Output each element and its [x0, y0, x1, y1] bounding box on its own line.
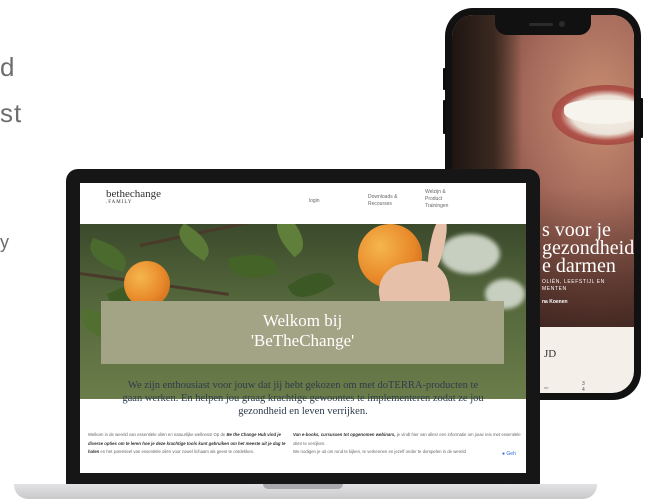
- laptop-hinge-notch: [263, 484, 343, 489]
- background-text-line-2: st: [0, 98, 23, 128]
- laptop-mockup: bethechange .FAMILY login Downloads & Re…: [66, 169, 540, 487]
- phone-notch: [495, 15, 591, 35]
- phone-list-number-2: 4: [582, 387, 585, 393]
- nav-welzijn-line-1: Welzijn &: [425, 189, 446, 195]
- phone-headline-line-3: e darmen: [542, 255, 616, 277]
- nav-welzijn-line-2: Product: [425, 196, 443, 202]
- phone-volume-button: [443, 100, 446, 134]
- phone-headline: s voor je gezondheid e darmen: [542, 220, 634, 277]
- phone-subtitle: OLIËN, LEEFSTIJL EN MENTEN: [542, 279, 605, 293]
- body-left-text-2: en het potentieel van essentiële oliën v…: [99, 449, 255, 454]
- nav-login-link[interactable]: login: [309, 198, 320, 205]
- logo-sub-text: .FAMILY: [106, 200, 133, 205]
- background-text-line-1: d: [0, 52, 16, 82]
- body-column-left: Welkom in de wereld van essentiële oliën…: [88, 431, 288, 457]
- logo-main-text: bethechange: [106, 188, 161, 200]
- nav-downloads-link[interactable]: Downloads & Recourses: [368, 194, 397, 208]
- nav-welzijn-line-3: Trainingen: [425, 203, 449, 209]
- body-column-right: Van e-books, cursussen tot opgenomen web…: [293, 431, 525, 457]
- phone-side-button: [443, 68, 446, 90]
- phone-list-numbers: 3 4: [582, 381, 585, 393]
- intro-text: We zijn enthousiast voor jouw dat jij he…: [122, 380, 484, 417]
- phone-subtitle-line-2: MENTEN: [542, 286, 567, 292]
- welcome-banner: Welkom bij 'BeTheChange': [101, 301, 504, 364]
- welcome-title-line-1: Welkom bij: [262, 311, 343, 330]
- nav-welzijn-link[interactable]: Welzijn & Product Trainingen: [425, 189, 448, 210]
- body-right-emphasis: Van e-books, cursussen tot opgenomen web…: [293, 432, 396, 437]
- chat-widget-label: Geh: [506, 451, 516, 457]
- background-text-line-3: y: [0, 232, 10, 252]
- chat-widget-button[interactable]: ● Geh: [502, 451, 516, 457]
- phone-author: na Koenen: [542, 299, 568, 305]
- site-header: bethechange .FAMILY login Downloads & Re…: [80, 183, 526, 224]
- nav-downloads-line-1: Downloads &: [368, 194, 398, 200]
- body-left-text-1: Welkom in de wereld van essentiële oliën…: [88, 432, 227, 437]
- phone-subtitle-line-1: OLIËN, LEEFSTIJL EN: [542, 279, 605, 285]
- phone-power-button: [640, 98, 643, 138]
- phone-section-title: JD: [544, 348, 557, 360]
- nav-downloads-line-2: Recourses: [368, 201, 392, 207]
- welcome-title-line-2: 'BeTheChange': [250, 331, 355, 350]
- phone-small-text: ne: [544, 385, 549, 390]
- site-logo[interactable]: bethechange .FAMILY: [106, 188, 161, 205]
- laptop-screen: bethechange .FAMILY login Downloads & Re…: [80, 183, 526, 473]
- body-right-text-2: We nodigen je uit om rond te kijken, te …: [293, 449, 466, 454]
